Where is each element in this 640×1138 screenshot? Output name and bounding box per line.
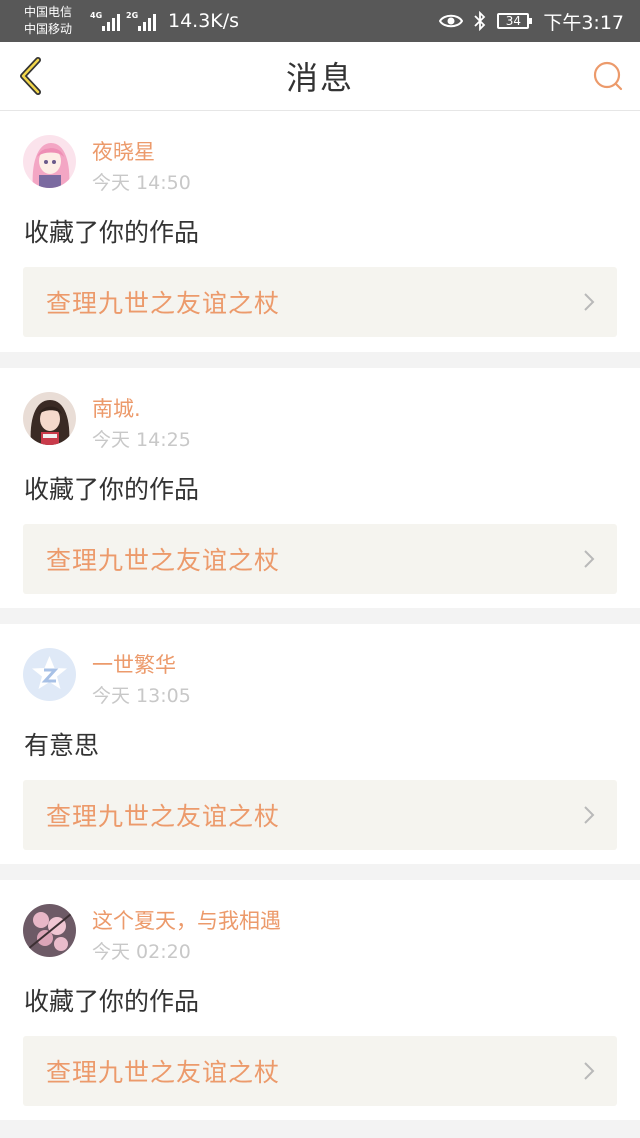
- signal-2-icon: 2G: [126, 11, 156, 31]
- work-link[interactable]: 查理九世之友谊之杖: [23, 1036, 617, 1106]
- work-link[interactable]: 查理九世之友谊之杖: [23, 267, 617, 337]
- timestamp: 今天 13:05: [92, 685, 191, 707]
- nav-bar: 消息: [0, 42, 640, 111]
- message-card: 夜晓星 今天 14:50 收藏了你的作品 查理九世之友谊之杖: [0, 111, 640, 352]
- username[interactable]: 夜晓星: [92, 140, 155, 164]
- message-list: 夜晓星 今天 14:50 收藏了你的作品 查理九世之友谊之杖 南城. 今天 14…: [0, 111, 640, 1120]
- chevron-right-icon: [584, 1062, 595, 1080]
- message-card: 一世繁华 今天 13:05 有意思 查理九世之友谊之杖: [0, 624, 640, 864]
- search-button[interactable]: [590, 58, 626, 94]
- work-link[interactable]: 查理九世之友谊之杖: [23, 780, 617, 850]
- anime-girl-avatar-icon: [23, 135, 76, 188]
- message-text: 收藏了你的作品: [24, 987, 200, 1016]
- net-type-1: 4G: [90, 11, 103, 20]
- search-icon: [593, 61, 623, 91]
- carrier-info: 中国电信 中国移动: [24, 4, 82, 38]
- message-text: 收藏了你的作品: [24, 218, 200, 247]
- page-title: 消息: [285, 59, 354, 97]
- default-star-avatar-icon: [23, 648, 76, 701]
- chevron-left-icon: [20, 57, 41, 95]
- work-link[interactable]: 查理九世之友谊之杖: [23, 524, 617, 594]
- bluetooth-icon: [474, 11, 486, 31]
- username[interactable]: 这个夏天，与我相遇: [92, 909, 281, 933]
- girl-photo-avatar-icon: [23, 392, 76, 445]
- work-title: 查理九世之友谊之杖: [46, 802, 281, 831]
- status-bar: 中国电信 中国移动 4G 2G 14.3K/s 34 下午3:17: [0, 0, 640, 42]
- timestamp: 今天 14:25: [92, 429, 191, 451]
- avatar[interactable]: [23, 135, 76, 188]
- timestamp: 今天 14:50: [92, 172, 191, 194]
- chevron-right-icon: [584, 550, 595, 568]
- timestamp: 今天 02:20: [92, 941, 191, 963]
- eye-icon: [439, 14, 464, 28]
- carrier-1: 中国电信: [24, 5, 73, 19]
- chevron-right-icon: [584, 293, 595, 311]
- battery-icon: 34: [497, 13, 533, 29]
- message-text: 有意思: [24, 731, 100, 760]
- battery-level: 34: [505, 14, 521, 28]
- work-title: 查理九世之友谊之杖: [46, 289, 281, 318]
- back-button[interactable]: [14, 56, 48, 96]
- network-speed: 14.3K/s: [168, 10, 240, 32]
- clock: 下午3:17: [543, 11, 624, 34]
- username[interactable]: 南城.: [92, 397, 141, 421]
- blossom-avatar-icon: [23, 904, 76, 957]
- signal-1-icon: 4G: [90, 11, 120, 31]
- chevron-right-icon: [584, 806, 595, 824]
- username[interactable]: 一世繁华: [92, 653, 176, 677]
- message-card: 南城. 今天 14:25 收藏了你的作品 查理九世之友谊之杖: [0, 368, 640, 608]
- avatar[interactable]: [23, 392, 76, 445]
- work-title: 查理九世之友谊之杖: [46, 1058, 281, 1087]
- message-card: 这个夏天，与我相遇 今天 02:20 收藏了你的作品 查理九世之友谊之杖: [0, 880, 640, 1120]
- carrier-2: 中国移动: [24, 22, 73, 36]
- avatar[interactable]: [23, 904, 76, 957]
- avatar[interactable]: [23, 648, 76, 701]
- work-title: 查理九世之友谊之杖: [46, 546, 281, 575]
- net-type-2: 2G: [126, 11, 139, 20]
- message-text: 收藏了你的作品: [24, 475, 200, 504]
